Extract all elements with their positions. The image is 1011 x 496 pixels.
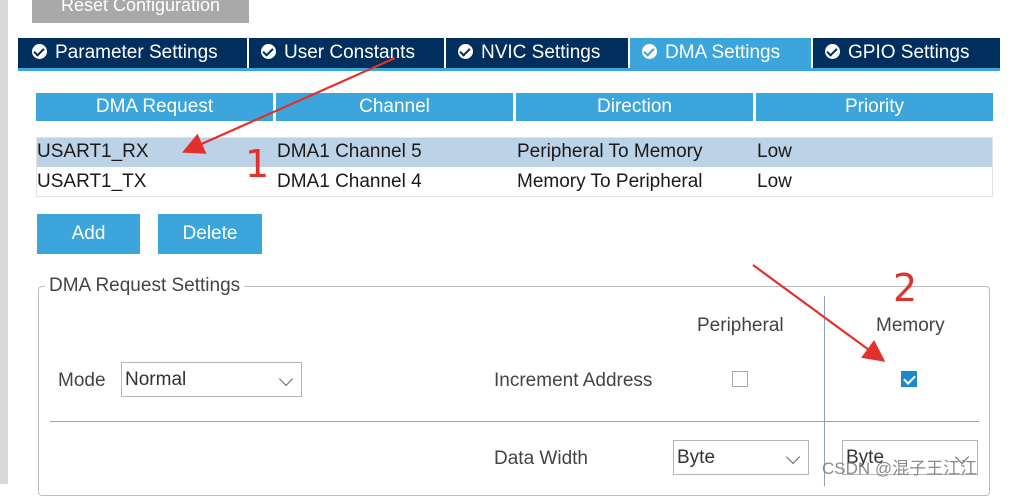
peripheral-increment-checkbox[interactable] xyxy=(732,371,748,387)
tab-label: DMA Settings xyxy=(665,42,781,63)
row-divider xyxy=(50,421,979,422)
chevron-down-icon xyxy=(278,371,294,387)
tab-label: NVIC Settings xyxy=(481,42,601,63)
peripheral-column-label: Peripheral xyxy=(697,315,784,336)
watermark: CSDN @混子王江江 xyxy=(822,459,978,478)
peripheral-data-width-select[interactable]: Byte xyxy=(673,440,809,475)
check-circle-icon xyxy=(458,44,473,59)
check-circle-icon xyxy=(32,44,47,59)
annotation-number-1: 1 xyxy=(245,142,270,186)
check-circle-icon xyxy=(261,44,276,59)
table-body-border xyxy=(36,137,993,197)
peripheral-width-value: Byte xyxy=(677,447,716,468)
group-title: DMA Request Settings xyxy=(45,275,245,297)
tab-dma-settings[interactable]: DMA Settings xyxy=(630,38,813,68)
tab-gpio-settings[interactable]: GPIO Settings xyxy=(813,38,1000,68)
reset-configuration-button[interactable]: Reset Configuration xyxy=(32,0,249,23)
tab-user-constants[interactable]: User Constants xyxy=(249,38,446,68)
memory-increment-checkbox[interactable] xyxy=(901,371,917,387)
add-button[interactable]: Add xyxy=(37,214,140,254)
tab-parameter-settings[interactable]: Parameter Settings xyxy=(20,38,249,68)
memory-column-label: Memory xyxy=(876,315,945,336)
tab-label: GPIO Settings xyxy=(848,42,970,63)
column-header-priority[interactable]: Priority xyxy=(756,93,993,121)
column-header-direction[interactable]: Direction xyxy=(516,93,753,121)
tab-nvic-settings[interactable]: NVIC Settings xyxy=(446,38,630,68)
data-width-label: Data Width xyxy=(494,448,588,469)
mode-value: Normal xyxy=(125,369,187,390)
tab-label: Parameter Settings xyxy=(55,42,218,63)
mode-label: Mode xyxy=(58,370,106,391)
chevron-down-icon xyxy=(785,449,801,465)
mode-select[interactable]: Normal xyxy=(121,362,302,397)
check-circle-icon xyxy=(825,44,840,59)
column-header-dma-request[interactable]: DMA Request xyxy=(36,93,273,121)
tab-underline xyxy=(18,68,1000,71)
annotation-number-2: 2 xyxy=(893,266,918,310)
increment-address-label: Increment Address xyxy=(494,370,653,391)
tab-label: User Constants xyxy=(284,42,415,63)
column-header-channel[interactable]: Channel xyxy=(276,93,513,121)
check-circle-icon xyxy=(642,44,657,59)
window-left-border xyxy=(0,0,8,484)
delete-button[interactable]: Delete xyxy=(158,214,262,254)
